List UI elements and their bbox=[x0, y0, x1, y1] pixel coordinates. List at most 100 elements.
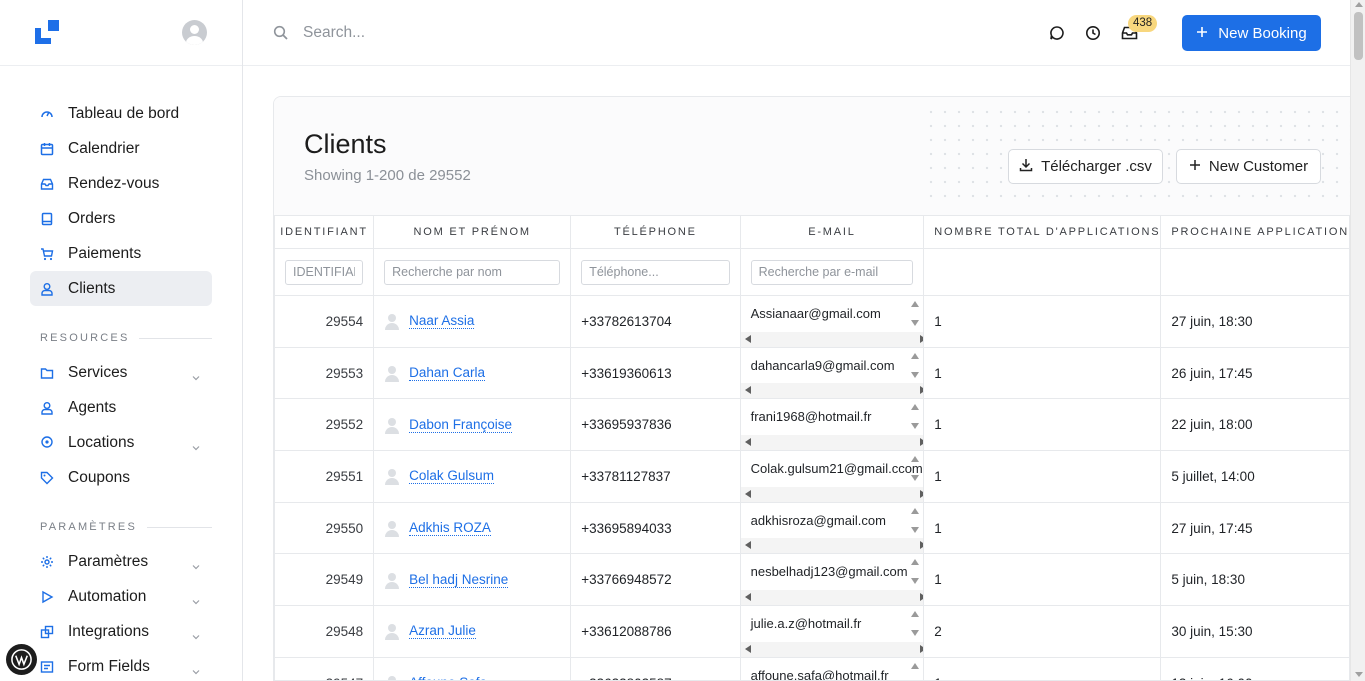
cell-vertical-scrollbar[interactable] bbox=[908, 658, 923, 680]
scroll-left-arrow-icon[interactable] bbox=[744, 386, 751, 395]
scroll-down-arrow-icon[interactable] bbox=[911, 630, 920, 637]
new-customer-button[interactable]: New Customer bbox=[1176, 149, 1321, 184]
scroll-right-arrow-icon[interactable] bbox=[919, 593, 923, 602]
scroll-right-arrow-icon[interactable] bbox=[919, 541, 923, 550]
sidebar-item-automation[interactable]: Automation bbox=[30, 579, 212, 614]
scroll-down-arrow-icon[interactable] bbox=[911, 526, 920, 533]
table-row[interactable]: 29548 Azran Julie +33612088786 julie.a.z… bbox=[274, 605, 1350, 658]
sidebar-item-orders[interactable]: Orders bbox=[30, 201, 212, 236]
scroll-down-arrow-icon[interactable] bbox=[911, 371, 920, 378]
scroll-down-arrow-icon[interactable] bbox=[911, 320, 920, 326]
table-row[interactable]: 29551 Colak Gulsum +33781127837 Colak.gu… bbox=[274, 450, 1350, 503]
scroll-right-arrow-icon[interactable] bbox=[919, 334, 923, 343]
cell-horizontal-scrollbar[interactable] bbox=[741, 435, 923, 450]
orders-icon bbox=[40, 212, 54, 226]
cell-horizontal-scrollbar[interactable] bbox=[741, 383, 923, 398]
scroll-down-arrow-icon[interactable] bbox=[1355, 672, 1363, 677]
sidebar-item-payments[interactable]: Paiements bbox=[30, 236, 212, 271]
scroll-right-arrow-icon[interactable] bbox=[919, 489, 923, 498]
table-row[interactable]: 29550 Adkhis ROZA +33695894033 adkhisroz… bbox=[274, 501, 1350, 555]
scroll-right-arrow-icon[interactable] bbox=[919, 644, 923, 653]
filter-name-input[interactable] bbox=[384, 259, 561, 285]
logo[interactable] bbox=[35, 20, 59, 44]
scroll-up-arrow-icon[interactable] bbox=[911, 507, 920, 514]
scroll-left-arrow-icon[interactable] bbox=[744, 438, 751, 447]
table-row[interactable]: 29554 Naar Assia +33782613704 Assianaar@… bbox=[274, 295, 1350, 348]
filter-email-input[interactable] bbox=[750, 259, 914, 285]
customer-link[interactable]: Adkhis ROZA bbox=[409, 520, 491, 537]
cell-horizontal-scrollbar[interactable] bbox=[741, 641, 923, 657]
sidebar-item-dashboard[interactable]: Tableau de bord bbox=[30, 96, 212, 131]
scroll-down-arrow-icon[interactable] bbox=[911, 578, 920, 585]
scroll-up-arrow-icon[interactable] bbox=[911, 559, 920, 566]
customer-link[interactable]: Bel hadj Nesrine bbox=[409, 572, 509, 588]
scroll-up-arrow-icon[interactable] bbox=[911, 352, 920, 359]
cell-horizontal-scrollbar[interactable] bbox=[741, 538, 923, 553]
sidebar-item-clients[interactable]: Clients bbox=[30, 271, 212, 306]
sidebar-item-appointments[interactable]: Rendez-vous bbox=[30, 166, 212, 201]
chevron-down-icon[interactable] bbox=[192, 592, 200, 610]
scroll-up-arrow-icon[interactable] bbox=[911, 611, 920, 618]
scroll-thumb[interactable] bbox=[1354, 12, 1363, 60]
cell-horizontal-scrollbar[interactable] bbox=[741, 590, 923, 605]
column-header-total[interactable]: NOMBRE TOTAL D'APPLICATIONS bbox=[923, 215, 1162, 249]
scroll-up-arrow-icon[interactable] bbox=[911, 456, 920, 463]
customer-link[interactable]: Affoune Safa bbox=[409, 675, 487, 680]
chevron-down-icon[interactable] bbox=[192, 627, 200, 645]
cell-horizontal-scrollbar[interactable] bbox=[741, 331, 923, 347]
scroll-down-arrow-icon[interactable] bbox=[911, 423, 920, 430]
customer-link[interactable]: Naar Assia bbox=[409, 313, 475, 330]
scroll-up-arrow-icon[interactable] bbox=[911, 662, 920, 669]
scroll-left-arrow-icon[interactable] bbox=[744, 541, 751, 550]
sidebar-item-locations[interactable]: Locations bbox=[30, 425, 212, 460]
table-row[interactable]: 29553 Dahan Carla +33619360613 dahancarl… bbox=[274, 346, 1350, 400]
sidebar-item-services[interactable]: Services bbox=[30, 355, 212, 390]
avatar bbox=[384, 572, 400, 589]
scroll-left-arrow-icon[interactable] bbox=[744, 644, 751, 653]
sidebar-item-integrations[interactable]: Integrations bbox=[30, 614, 212, 649]
scroll-up-arrow-icon[interactable] bbox=[911, 404, 920, 411]
customer-link[interactable]: Azran Julie bbox=[409, 623, 476, 640]
column-header-next[interactable]: PROCHAINE APPLICATION bbox=[1160, 215, 1350, 249]
sidebar-item-settings[interactable]: Paramètres bbox=[30, 544, 212, 579]
scroll-up-arrow-icon[interactable] bbox=[911, 301, 920, 307]
chevron-down-icon[interactable] bbox=[192, 557, 200, 575]
sidebar-item-calendar[interactable]: Calendrier bbox=[30, 131, 212, 166]
chevron-down-icon[interactable] bbox=[192, 368, 200, 386]
scroll-right-arrow-icon[interactable] bbox=[919, 386, 923, 395]
wordpress-icon[interactable] bbox=[6, 644, 37, 675]
scroll-left-arrow-icon[interactable] bbox=[744, 334, 751, 343]
table-row[interactable]: 29552 Dabon Françoise +33695937836 frani… bbox=[274, 398, 1350, 452]
scroll-down-arrow-icon[interactable] bbox=[911, 475, 920, 482]
download-csv-button[interactable]: Télécharger .csv bbox=[1008, 149, 1163, 184]
cell-horizontal-scrollbar[interactable] bbox=[741, 486, 923, 502]
sidebar-item-form-fields[interactable]: Form Fields bbox=[30, 649, 212, 681]
page-scrollbar[interactable] bbox=[1350, 0, 1365, 681]
filter-phone-input[interactable] bbox=[581, 259, 730, 285]
scroll-left-arrow-icon[interactable] bbox=[744, 593, 751, 602]
column-header-id[interactable]: IDENTIFIANT bbox=[274, 215, 375, 249]
filter-id-input[interactable] bbox=[285, 259, 364, 285]
chat-icon[interactable] bbox=[1048, 24, 1066, 42]
sidebar-item-agents[interactable]: Agents bbox=[30, 390, 212, 425]
scroll-left-arrow-icon[interactable] bbox=[744, 489, 751, 498]
scroll-up-arrow-icon[interactable] bbox=[1355, 2, 1363, 7]
avatar[interactable] bbox=[182, 20, 207, 45]
chevron-down-icon[interactable] bbox=[192, 438, 200, 456]
scroll-right-arrow-icon[interactable] bbox=[919, 438, 923, 447]
customer-link[interactable]: Dabon Françoise bbox=[409, 417, 512, 433]
table-row[interactable]: 29547 Affoune Safa +33622802587 affoune.… bbox=[274, 656, 1350, 680]
search-input[interactable] bbox=[303, 21, 603, 45]
chevron-down-icon[interactable] bbox=[192, 662, 200, 680]
avatar bbox=[384, 623, 400, 641]
clock-icon[interactable] bbox=[1084, 24, 1102, 42]
new-booking-button[interactable]: New Booking bbox=[1182, 15, 1321, 51]
sidebar-item-coupons[interactable]: Coupons bbox=[30, 460, 212, 495]
column-header-name[interactable]: NOM ET PRÉNOM bbox=[373, 215, 572, 249]
column-header-phone[interactable]: TÉLÉPHONE bbox=[570, 215, 741, 249]
tag-icon bbox=[40, 471, 54, 485]
customer-link[interactable]: Dahan Carla bbox=[409, 365, 485, 382]
table-row[interactable]: 29549 Bel hadj Nesrine +33766948572 nesb… bbox=[274, 553, 1350, 607]
customer-link[interactable]: Colak Gulsum bbox=[409, 468, 494, 485]
column-header-email[interactable]: E-MAIL bbox=[739, 215, 925, 249]
